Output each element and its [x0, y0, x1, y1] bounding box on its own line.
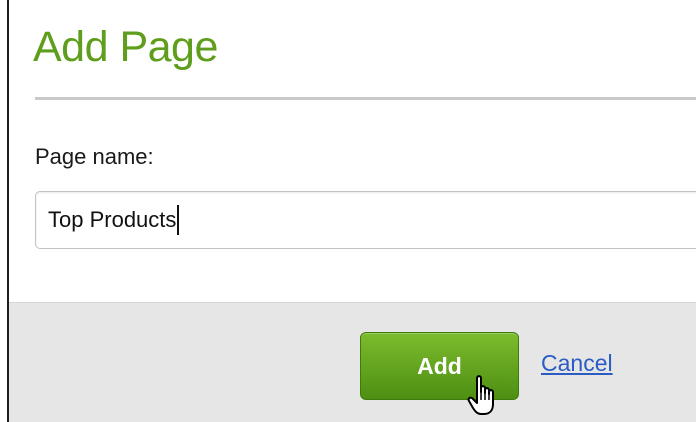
text-caret [177, 205, 180, 235]
add-page-dialog: Add Page Page name: Top Products Add Can… [7, 0, 696, 422]
page-name-value: Top Products [48, 207, 177, 232]
page-name-input[interactable]: Top Products [35, 191, 696, 249]
dialog-title: Add Page [33, 23, 218, 71]
cancel-link[interactable]: Cancel [541, 350, 613, 377]
hand-pointer-icon [467, 375, 494, 415]
dialog-footer: Add Cancel [9, 302, 696, 422]
page-name-label: Page name: [35, 144, 154, 169]
title-divider [35, 97, 696, 100]
